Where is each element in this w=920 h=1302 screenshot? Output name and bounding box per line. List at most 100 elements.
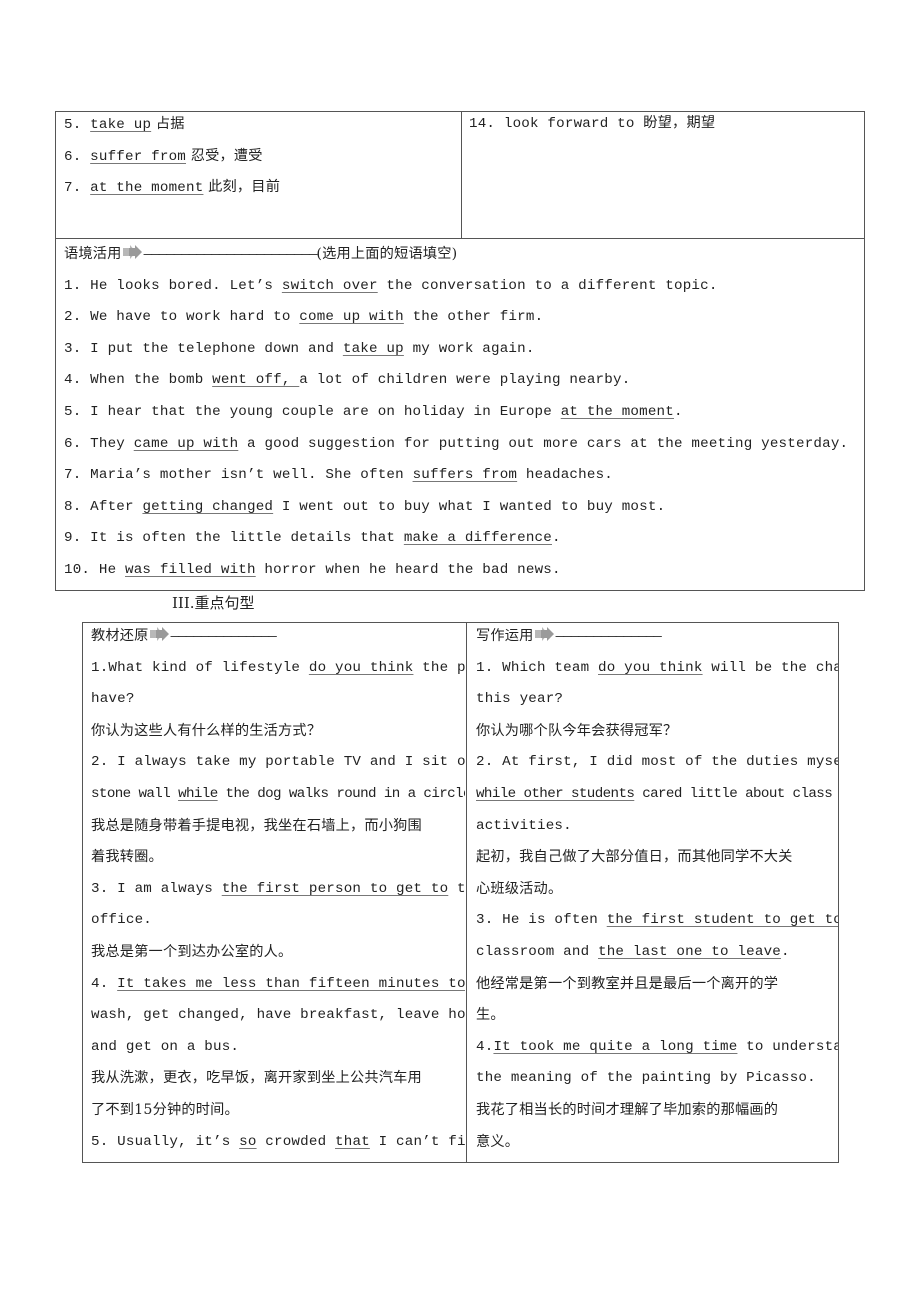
dash-line: —————————————— — [555, 629, 662, 645]
context-usage-section: 语境活用 ———————————————————————(选用上面的短语填空) 1… — [64, 239, 860, 587]
sentence-text: crowded — [256, 1133, 336, 1150]
sentence-text: this year? — [476, 691, 564, 708]
textbook-line: 4. It takes me less than fifteen minutes… — [91, 969, 465, 1001]
textbook-line: 我从洗漱，更衣，吃早饭，离开家到坐上公共汽车用 — [91, 1063, 465, 1095]
column-label: 写作运用 — [476, 628, 534, 644]
sentence-text: 心班级活动。 — [476, 880, 563, 897]
sentence-text: the — [456, 880, 465, 897]
sentence-text: 意义。 — [476, 1133, 520, 1150]
answer-blank: while — [178, 785, 218, 802]
answer-blank: getting changed — [142, 498, 274, 515]
sentence-text: cared little about class — [634, 785, 833, 802]
sentence-text: the people — [422, 659, 465, 676]
writing-line: 生。 — [476, 1000, 838, 1032]
sentence-text: 我花了相当长的时间才理解了毕加索的那幅画的 — [476, 1101, 779, 1118]
sentence-text: 3. I am always — [91, 880, 222, 897]
answer-blank: at the moment — [560, 403, 674, 420]
column-divider — [461, 112, 462, 239]
textbook-line: and get on a bus. — [91, 1032, 465, 1064]
sentence-text: I went out to buy what I wanted to buy m… — [273, 498, 666, 515]
sentence-text: . — [781, 943, 790, 960]
answer-blank: was filled with — [125, 561, 256, 578]
phrase-item: 14. look forward to 盼望，期望 — [469, 116, 716, 132]
phrase-item: 6. suffer from 忍受，遭受 — [64, 141, 459, 173]
sentence-text: the other firm. — [403, 309, 544, 326]
sentence-text: the conversation to a different topic. — [377, 277, 718, 294]
answer-blank: while other students — [476, 785, 635, 802]
sentence-text: 起初，我自己做了大部分值日，而其他同学不大关 — [476, 849, 793, 866]
writing-column: 写作运用 —————————————— 1. Which team do you … — [476, 621, 838, 1161]
phrase-list-left: 5. take up 占据 6. suffer from 忍受，遭受 7. at t… — [64, 109, 459, 204]
sentence-text: a good suggestion for putting out more c… — [238, 435, 849, 452]
sentence-text: 7. — [64, 180, 91, 197]
sentence-text: classroom and — [476, 943, 598, 960]
sentence-text: 1. He looks bored. Let’s — [64, 277, 282, 294]
sentence-text: to understand — [746, 1038, 838, 1055]
exercise-sentence: 3. I put the telephone down and take up … — [64, 334, 860, 366]
sentence-text: the dog walks round in a circle. — [217, 785, 465, 802]
sentence-text: 6. — [64, 148, 91, 165]
answer-blank: the first person to get to — [221, 880, 449, 897]
sentence-text: 5. — [64, 117, 91, 133]
sentence-text: 我总是随身带着手提电视，我坐在石墙上，而小狗围 — [91, 817, 422, 834]
writing-line: 意义。 — [476, 1127, 838, 1159]
phrase-item: 7. at the moment 此刻，目前 — [64, 172, 459, 204]
section-label: 语境活用 — [64, 246, 122, 262]
textbook-line: 3. I am always the first person to get t… — [91, 874, 465, 906]
sentence-text: . — [551, 530, 561, 547]
column-divider — [466, 623, 467, 1162]
sentence-text: and get on a bus. — [91, 1038, 240, 1055]
answer-blank: the last one to leave — [598, 943, 781, 960]
answer-blank: the first student to get to — [606, 912, 838, 929]
sentence-text: 9. It is often the little details that — [64, 530, 404, 547]
sentence-text: 4. When the bomb — [64, 372, 213, 389]
exercise-sentence: 7. Maria’s mother isn’t well. She often … — [64, 460, 860, 492]
sentence-text: 2. At first, I did most of the duties my… — [476, 754, 838, 771]
sentence-text: 我总是第一个到达办公室的人。 — [91, 943, 293, 960]
sentence-text: headaches. — [517, 467, 613, 484]
double-arrow-right-icon — [122, 241, 143, 259]
exercise-sentence: 4. When the bomb went off, a lot of chil… — [64, 365, 860, 397]
writing-line: 我花了相当长的时间才理解了毕加索的那幅画的 — [476, 1095, 838, 1127]
sentence-text: 我从洗漱，更衣，吃早饭，离开家到坐上公共汽车用 — [91, 1070, 422, 1087]
textbook-line: 你认为这些人有什么样的生活方式？ — [91, 716, 465, 748]
sentence-text: horror when he heard the bad news. — [255, 561, 561, 578]
dash-line: ——————————————————————— — [143, 247, 318, 263]
answer-blank: that — [335, 1133, 370, 1150]
sentence-text: 着我转圈。 — [91, 849, 163, 866]
sentence-text: 7. Maria’s mother isn’t well. She often — [64, 467, 413, 484]
sentence-text: 3. I put the telephone down and — [64, 340, 343, 357]
sentence-text: 4. — [476, 1038, 494, 1055]
sentence-text: stone wall — [91, 785, 179, 802]
exercise-sentence: 8. After getting changed I went out to b… — [64, 492, 860, 524]
sentence-text: a lot of children were playing nearby. — [299, 372, 631, 389]
answer-blank: It takes me less than fifteen minutes to — [117, 975, 465, 992]
sentence-text: 了不到15分钟的时间。 — [91, 1101, 239, 1118]
writing-line: classroom and the last one to leave. — [476, 937, 838, 969]
key-sentences-table: 教材还原 —————————————— 1.What kind of lifest… — [82, 622, 839, 1163]
sentence-text: have? — [91, 691, 135, 708]
textbook-line: have? — [91, 684, 465, 716]
textbook-line: 我总是随身带着手提电视，我坐在石墙上，而小狗围 — [91, 811, 465, 843]
textbook-column: 教材还原 —————————————— 1.What kind of lifest… — [91, 621, 465, 1161]
textbook-line: 5. Usually, it’s so crowded that I can’t… — [91, 1127, 465, 1159]
textbook-header: 教材还原 —————————————— — [91, 621, 465, 653]
section-heading: III.重点句型 — [172, 594, 255, 612]
sentence-text: 1. Which team — [476, 659, 598, 676]
textbook-line: office. — [91, 905, 465, 937]
phrase-answer: at the moment — [90, 180, 204, 197]
sentence-text: 你认为哪个队今年会获得冠军？ — [476, 722, 678, 739]
sentence-text: 2. We have to work hard to — [64, 309, 300, 326]
writing-line: 4.It took me quite a long time to unders… — [476, 1032, 838, 1064]
phrase-answer: take up — [90, 117, 152, 133]
sentence-text: 6. They — [64, 435, 134, 452]
textbook-line: 1.What kind of lifestyle do you think th… — [91, 653, 465, 685]
answer-blank: come up with — [299, 309, 404, 326]
sentence-text: 1.What kind of lifestyle — [91, 659, 309, 676]
sentence-text: 3. He is often — [476, 912, 607, 929]
textbook-line: 着我转圈。 — [91, 842, 465, 874]
writing-line: 起初，我自己做了大部分值日，而其他同学不大关 — [476, 842, 838, 874]
answer-blank: suffers from — [412, 467, 518, 484]
sentence-text: 10. He — [64, 561, 125, 578]
phrase-meaning: 此刻，目前 — [203, 179, 281, 196]
